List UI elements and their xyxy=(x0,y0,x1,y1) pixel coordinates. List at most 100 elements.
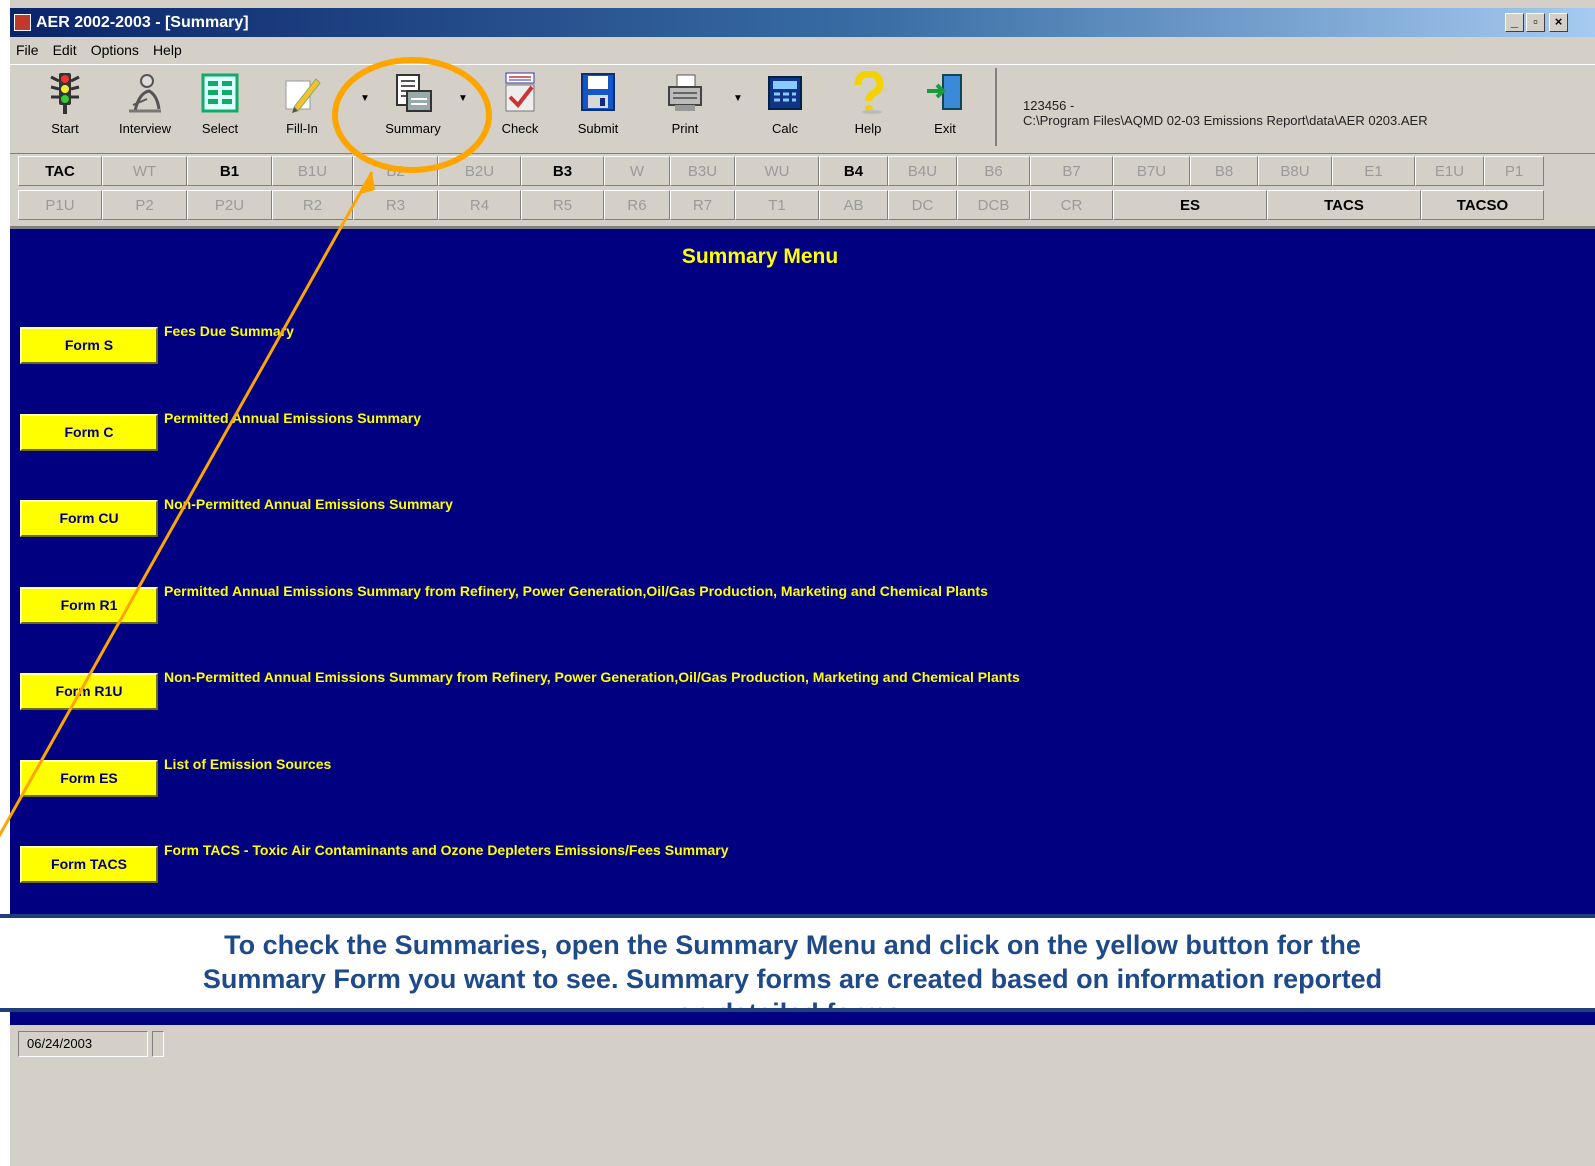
tab-p1u[interactable]: P1U xyxy=(18,190,102,220)
tab-b1[interactable]: B1 xyxy=(187,156,272,186)
status-date: 06/24/2003 xyxy=(18,1031,148,1057)
tab-t1[interactable]: T1 xyxy=(735,190,819,220)
tab-b8[interactable]: B8 xyxy=(1190,156,1258,186)
toolbar-label: Fill-In xyxy=(286,121,318,136)
tab-p1[interactable]: P1 xyxy=(1484,156,1544,186)
maximize-button[interactable]: ▫ xyxy=(1526,13,1545,32)
list-select-icon xyxy=(201,73,239,113)
form-description: Permitted Annual Emissions Summary from … xyxy=(164,582,988,599)
toolbar-label: Calc xyxy=(771,121,798,136)
summary-report-icon xyxy=(396,74,432,112)
toolbar-label: Exit xyxy=(934,121,956,136)
start-button[interactable]: Start xyxy=(35,71,95,151)
exit-door-icon xyxy=(927,74,962,110)
tab-b1u[interactable]: B1U xyxy=(272,156,353,186)
form-button-form-s[interactable]: Form S xyxy=(20,327,158,364)
printer-icon xyxy=(668,74,702,111)
instruction-banner: To check the Summaries, open the Summary… xyxy=(0,914,1595,1012)
tab-b8u[interactable]: B8U xyxy=(1258,156,1332,186)
pencil-icon xyxy=(285,78,321,113)
bottom-strip xyxy=(10,1012,1595,1025)
tab-r4[interactable]: R4 xyxy=(438,190,521,220)
file-id: 123456 - xyxy=(1023,98,1075,113)
submit-button[interactable]: Submit xyxy=(568,71,628,151)
tab-dcb[interactable]: DCB xyxy=(957,190,1030,220)
fill-in-dropdown-icon[interactable]: ▼ xyxy=(360,93,370,104)
status-bar: 06/24/2003 xyxy=(10,1025,1595,1166)
menu-options[interactable]: Options xyxy=(91,37,139,64)
tab-tacso[interactable]: TACSO xyxy=(1421,190,1544,220)
help-button[interactable]: Help xyxy=(838,71,898,151)
window-title: AER 2002-2003 - [Summary] xyxy=(36,14,249,31)
form-button-form-r1u[interactable]: Form R1U xyxy=(20,673,158,710)
person-writing-icon xyxy=(129,74,161,113)
file-path: C:\Program Files\AQMD 02-03 Emissions Re… xyxy=(1023,113,1428,128)
tab-w[interactable]: W xyxy=(604,156,670,186)
tab-r7[interactable]: R7 xyxy=(670,190,735,220)
tab-tac[interactable]: TAC xyxy=(18,156,102,186)
toolbar-label: Interview xyxy=(118,121,172,136)
form-button-form-c[interactable]: Form C xyxy=(20,413,158,451)
tab-ab[interactable]: AB xyxy=(819,190,888,220)
print-button[interactable]: Print xyxy=(650,71,720,151)
menu-edit[interactable]: Edit xyxy=(53,37,77,64)
tab-b7[interactable]: B7 xyxy=(1030,156,1113,186)
tab-b4u[interactable]: B4U xyxy=(888,156,957,186)
tab-tacs[interactable]: TACS xyxy=(1267,190,1421,220)
summary-dropdown-icon[interactable]: ▼ xyxy=(458,93,468,104)
tab-dc[interactable]: DC xyxy=(888,190,957,220)
tab-r3[interactable]: R3 xyxy=(353,190,438,220)
fill-in-button[interactable]: Fill-In xyxy=(272,71,332,151)
form-button-form-tacs[interactable]: Form TACS xyxy=(20,846,158,883)
tab-b7u[interactable]: B7U xyxy=(1113,156,1190,186)
tab-b3[interactable]: B3 xyxy=(521,156,604,186)
app-icon xyxy=(14,14,31,31)
tab-r5[interactable]: R5 xyxy=(521,190,604,220)
exit-button[interactable]: Exit xyxy=(915,71,975,151)
tab-b3u[interactable]: B3U xyxy=(670,156,735,186)
tab-b2u[interactable]: B2U xyxy=(438,156,521,186)
tab-b4[interactable]: B4 xyxy=(819,156,888,186)
tab-b6[interactable]: B6 xyxy=(957,156,1030,186)
form-description: Non-Permitted Annual Emissions Summary xyxy=(164,496,453,512)
form-description: List of Emission Sources xyxy=(164,755,332,772)
traffic-light-icon xyxy=(50,73,80,114)
status-panel xyxy=(152,1031,164,1057)
question-mark-icon xyxy=(854,71,884,114)
toolbar-label: Check xyxy=(501,121,539,136)
instruction-line-1: To check the Summaries, open the Summary… xyxy=(224,930,1361,960)
tab-r2[interactable]: R2 xyxy=(272,190,353,220)
file-info: 123456 - C:\Program Files\AQMD 02-03 Emi… xyxy=(995,68,1595,146)
tab-e1[interactable]: E1 xyxy=(1332,156,1415,186)
tab-r6[interactable]: R6 xyxy=(604,190,670,220)
toolbar-label: Help xyxy=(854,121,882,136)
tab-es[interactable]: ES xyxy=(1113,190,1267,220)
menu-file[interactable]: File xyxy=(16,37,39,64)
menu-help[interactable]: Help xyxy=(153,37,182,64)
form-button-form-r1[interactable]: Form R1 xyxy=(20,586,158,624)
form-button-form-cu[interactable]: Form CU xyxy=(20,500,158,537)
instruction-line-2: Summary Form you want to see. Summary fo… xyxy=(202,964,1383,994)
print-dropdown-icon[interactable]: ▼ xyxy=(733,93,743,104)
summary-button[interactable]: Summary xyxy=(373,71,453,151)
calculator-icon xyxy=(768,76,802,110)
tab-p2u[interactable]: P2U xyxy=(187,190,272,220)
form-button-form-es[interactable]: Form ES xyxy=(20,759,158,797)
form-description: Non-Permitted Annual Emissions Summary f… xyxy=(164,669,1020,685)
tab-p2[interactable]: P2 xyxy=(102,190,187,220)
tab-cr[interactable]: CR xyxy=(1030,190,1113,220)
minimize-button[interactable]: _ xyxy=(1505,13,1524,32)
interview-button[interactable]: Interview xyxy=(105,71,185,151)
instruction-line-3: on detailed forms. xyxy=(0,996,1595,1008)
tab-b2[interactable]: B2 xyxy=(353,156,438,186)
tab-e1u[interactable]: E1U xyxy=(1415,156,1484,186)
form-description: Fees Due Summary xyxy=(164,323,294,339)
summary-panel: Summary Menu Form S Fees Due Summary Form … xyxy=(10,226,1595,916)
check-button[interactable]: Check xyxy=(490,71,550,151)
close-button[interactable]: × xyxy=(1549,13,1568,32)
tab-wt[interactable]: WT xyxy=(102,156,187,186)
tab-wu[interactable]: WU xyxy=(735,156,819,186)
toolbar-label: Start xyxy=(51,121,79,136)
select-button[interactable]: Select xyxy=(190,71,250,151)
calc-button[interactable]: Calc xyxy=(755,71,815,151)
